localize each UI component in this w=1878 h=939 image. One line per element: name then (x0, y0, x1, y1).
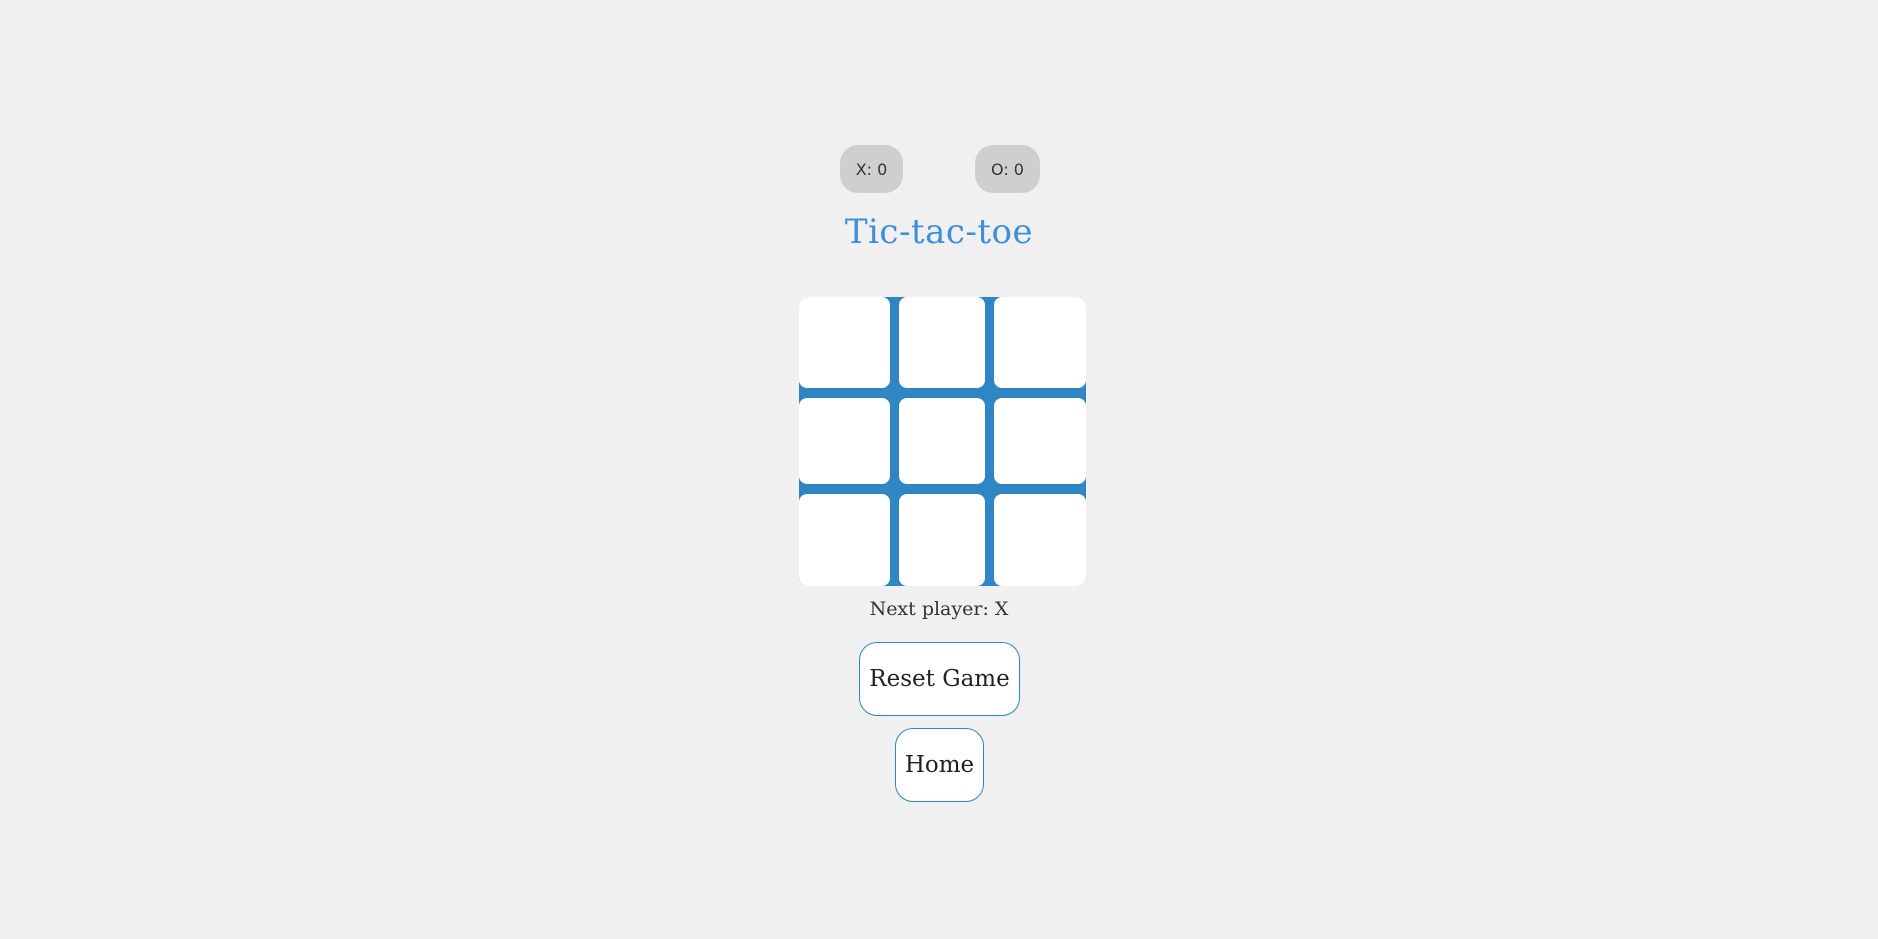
score-x-badge: X: 0 (840, 145, 903, 193)
board-cell-1[interactable] (799, 297, 890, 388)
board-cell-6[interactable] (994, 398, 1086, 484)
board-cell-7[interactable] (799, 494, 890, 586)
board-cell-9[interactable] (994, 494, 1086, 586)
home-button[interactable]: Home (895, 728, 984, 802)
game-board (799, 297, 1086, 586)
board-cell-2[interactable] (899, 297, 985, 388)
reset-game-button[interactable]: Reset Game (859, 642, 1020, 716)
next-player-status: Next player: X (869, 598, 1009, 620)
app-root: X: 0 O: 0 Tic-tac-toe Next player: X Res… (0, 0, 1878, 939)
page-title: Tic-tac-toe (844, 212, 1034, 252)
score-o-badge: O: 0 (975, 145, 1040, 193)
board-cell-5[interactable] (899, 398, 985, 484)
board-cell-4[interactable] (799, 398, 890, 484)
board-cell-3[interactable] (994, 297, 1086, 388)
board-cell-8[interactable] (899, 494, 985, 586)
